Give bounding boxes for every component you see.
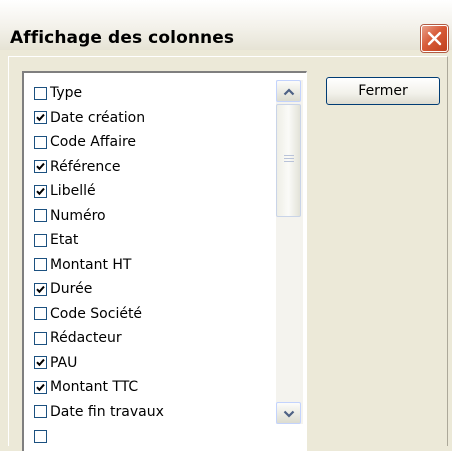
column-item[interactable]: Rédacteur bbox=[34, 326, 279, 351]
column-display-dialog: Affichage des colonnes Type Date création… bbox=[0, 0, 452, 451]
checkbox[interactable] bbox=[34, 184, 47, 198]
columns-list: Type Date création Code Affaire Référence Li… bbox=[34, 81, 279, 449]
column-item-label: Numéro bbox=[50, 207, 106, 224]
column-item[interactable]: Montant HT bbox=[34, 253, 279, 278]
checkmark-icon bbox=[36, 383, 45, 392]
column-item[interactable]: Montant TTC bbox=[34, 375, 279, 400]
column-item[interactable]: Durée bbox=[34, 277, 279, 302]
column-item-label: Durée bbox=[50, 281, 93, 298]
column-item[interactable] bbox=[34, 424, 279, 449]
column-item[interactable]: Code Société bbox=[34, 302, 279, 327]
checkmark-icon bbox=[36, 285, 45, 294]
checkmark-icon bbox=[36, 187, 45, 196]
checkbox[interactable] bbox=[34, 209, 47, 223]
checkbox[interactable] bbox=[34, 380, 47, 394]
checkbox[interactable] bbox=[34, 233, 47, 247]
scroll-down-button[interactable] bbox=[276, 402, 301, 424]
checkbox[interactable] bbox=[34, 135, 47, 149]
title-bar[interactable]: Affichage des colonnes bbox=[0, 0, 452, 52]
column-item-label: Code Société bbox=[50, 305, 143, 322]
column-item-label: Montant TTC bbox=[50, 379, 139, 396]
column-item[interactable]: PAU bbox=[34, 351, 279, 376]
columns-checklist[interactable]: Type Date création Code Affaire Référence Li… bbox=[22, 71, 307, 451]
column-item[interactable]: Etat bbox=[34, 228, 279, 253]
window-title: Affichage des colonnes bbox=[10, 28, 235, 48]
checkmark-icon bbox=[36, 114, 45, 122]
checkbox[interactable] bbox=[34, 356, 47, 370]
column-item-label: Etat bbox=[50, 232, 79, 249]
checkbox[interactable] bbox=[34, 307, 47, 321]
column-item[interactable]: Code Affaire bbox=[34, 130, 279, 155]
window-close-button[interactable] bbox=[421, 25, 448, 52]
column-item[interactable]: Date fin travaux bbox=[34, 400, 279, 425]
column-item-label: Date création bbox=[50, 109, 146, 126]
checkbox[interactable] bbox=[34, 282, 47, 296]
chevron-down-icon bbox=[283, 410, 295, 418]
column-item-label: Code Affaire bbox=[50, 134, 137, 151]
vertical-scrollbar[interactable] bbox=[276, 80, 303, 424]
column-item[interactable]: Numéro bbox=[34, 204, 279, 229]
column-item-label: Date fin travaux bbox=[50, 403, 164, 420]
column-item-label: Référence bbox=[50, 158, 121, 175]
checkbox[interactable] bbox=[34, 111, 47, 125]
column-item-label: Rédacteur bbox=[50, 330, 122, 347]
column-item[interactable]: Libellé bbox=[34, 179, 279, 204]
column-item-label: Montant HT bbox=[50, 256, 132, 273]
chevron-up-icon bbox=[283, 88, 295, 96]
checkbox[interactable] bbox=[34, 258, 47, 272]
checkbox[interactable] bbox=[34, 429, 47, 443]
column-item[interactable]: Date création bbox=[34, 106, 279, 131]
column-item-label: Type bbox=[50, 85, 83, 102]
checkbox[interactable] bbox=[34, 160, 47, 174]
close-x-icon bbox=[427, 31, 442, 46]
fermer-button[interactable]: Fermer bbox=[326, 77, 440, 105]
column-item[interactable]: Type bbox=[34, 81, 279, 106]
column-item-label: Libellé bbox=[50, 183, 96, 200]
column-item[interactable]: Référence bbox=[34, 155, 279, 180]
checkbox[interactable] bbox=[34, 331, 47, 345]
scroll-up-button[interactable] bbox=[276, 80, 301, 102]
checkbox[interactable] bbox=[34, 86, 47, 100]
checkmark-icon bbox=[36, 163, 45, 171]
checkbox[interactable] bbox=[34, 405, 47, 419]
scrollbar-thumb[interactable] bbox=[276, 104, 301, 217]
column-item-label: PAU bbox=[50, 354, 78, 371]
checkmark-icon bbox=[36, 359, 45, 367]
scrollbar-grip bbox=[284, 155, 294, 163]
